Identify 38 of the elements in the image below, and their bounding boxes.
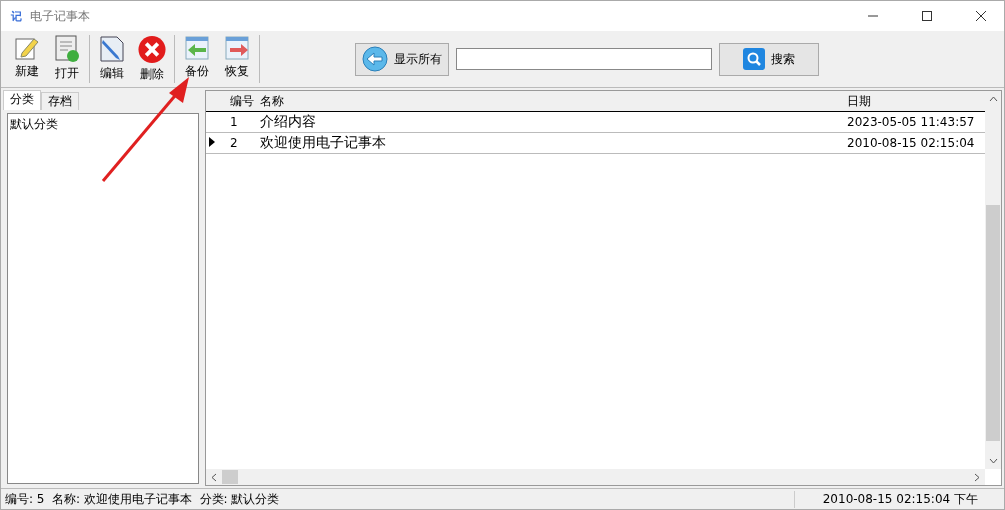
table-cell-text: 介绍内容 [259, 113, 317, 131]
scroll-thumb[interactable] [222, 470, 238, 484]
status-text: 编号: 5 名称: 欢迎使用电子记事本 分类: 默认分类 [4, 490, 281, 508]
left-arrow-window-icon [184, 35, 210, 61]
toolbar-button[interactable]: 新建 [9, 35, 45, 83]
pencil-note-icon [14, 35, 40, 61]
close-icon [137, 35, 167, 64]
search-field[interactable] [456, 48, 712, 70]
vertical-scrollbar[interactable] [985, 91, 1001, 469]
search-button[interactable]: 搜索 [719, 42, 819, 76]
table-cell-text: 2010-08-15 02:15:04 [846, 136, 976, 150]
document-icon [54, 35, 80, 63]
horizontal-scrollbar[interactable] [206, 469, 985, 485]
table-cell-text: 1 [229, 115, 239, 129]
right-arrow-window-icon [224, 35, 250, 61]
window-title: 电子记事本 [30, 7, 91, 25]
close-icon [976, 11, 986, 21]
table-cell-text: 欢迎使用电子记事本 [259, 134, 387, 152]
pencil-page-icon [98, 35, 126, 63]
table-cell-text: 2 [229, 136, 239, 150]
table-cell-text: 2023-05-05 11:43:57 [846, 115, 976, 129]
search-icon [743, 48, 765, 70]
toolbar-button[interactable]: 恢复 [219, 35, 255, 83]
category-item[interactable]: 默认分类 [10, 116, 196, 133]
toolbar-button[interactable]: 删除 [134, 35, 170, 83]
scroll-thumb[interactable] [986, 205, 1000, 441]
sidebar-tab[interactable]: 存档 [41, 92, 79, 110]
toolbar-button[interactable]: 编辑 [94, 35, 130, 83]
toolbar-button[interactable]: 备份 [179, 35, 215, 83]
column-header[interactable]: 名称 [258, 92, 845, 110]
maximize-icon [922, 11, 932, 21]
column-header[interactable]: 日期 [845, 92, 985, 110]
app-icon: 记 [11, 8, 22, 24]
status-date: 2010-08-15 02:15:04 下午 [793, 490, 1004, 508]
toolbar-button[interactable]: 打开 [49, 35, 85, 83]
show-all-button[interactable]: 显示所有 [355, 42, 449, 76]
column-header[interactable]: 编号 [218, 92, 258, 110]
sidebar-tab[interactable]: 分类 [3, 90, 41, 110]
